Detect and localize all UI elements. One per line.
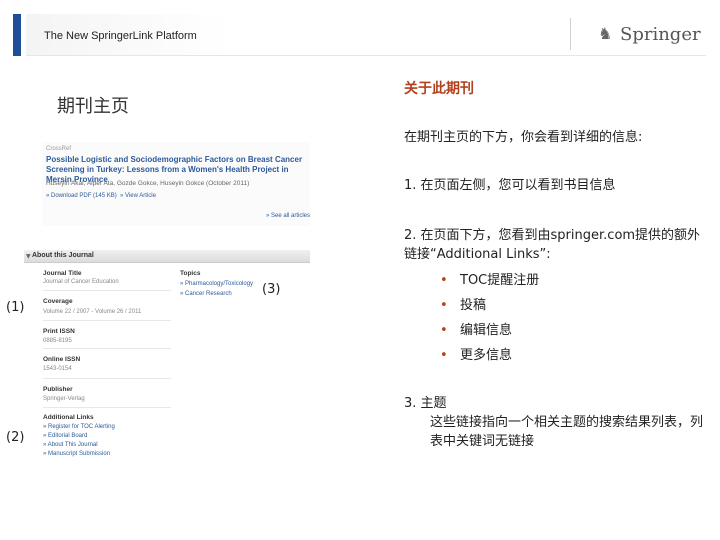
editorial-board-link[interactable]: » Editorial Board <box>43 433 87 439</box>
manuscript-submission-link[interactable]: » Manuscript Submission <box>43 451 110 457</box>
additional-links-label: Additional Links <box>43 414 94 421</box>
publisher-value: Springer-Verlag <box>43 396 85 402</box>
header-divider <box>26 55 706 56</box>
panel-item-1: 1. 在页面左侧，您可以看到书目信息 <box>404 178 616 193</box>
topic-link[interactable]: » Cancer Research <box>180 291 232 297</box>
journal-title-label: Journal Title <box>43 270 82 277</box>
download-pdf-link[interactable]: » Download PDF (145 KB) <box>46 193 117 199</box>
see-all-articles-link[interactable]: » See all articles <box>266 213 310 219</box>
callout-1: (1) <box>6 300 25 315</box>
view-article-link[interactable]: » View Article <box>120 193 156 199</box>
list-item: • 投稿 <box>440 293 539 318</box>
collapse-arrow-icon[interactable]: ▼ <box>26 253 31 260</box>
list-item: • 更多信息 <box>440 343 539 368</box>
bullet-list: • TOC提醒注册 • 投稿 • 编辑信息 • 更多信息 <box>440 268 539 368</box>
crossref-label: CrossRef <box>46 146 72 152</box>
list-item: • TOC提醒注册 <box>440 268 539 293</box>
topic-link[interactable]: » Pharmacology/Toxicology <box>180 281 253 287</box>
about-journal-heading: About this Journal <box>32 252 94 259</box>
print-issn-value: 0885-8195 <box>43 338 72 344</box>
divider <box>43 290 171 291</box>
page-title: 期刊主页 <box>57 96 129 117</box>
bullet-text: 编辑信息 <box>460 323 513 338</box>
panel-item-3: 3. 主题 这些链接指向一个相关主题的搜索结果列表，列表中关键词无链接 <box>404 394 704 451</box>
bullet-text: 更多信息 <box>460 348 513 363</box>
topics-label: Topics <box>180 270 201 277</box>
list-item: • 编辑信息 <box>440 318 539 343</box>
coverage-value: Volume 22 / 2007 - Volume 26 / 2011 <box>43 309 142 315</box>
header-title: The New SpringerLink Platform <box>44 30 197 42</box>
publisher-label: Publisher <box>43 386 73 393</box>
divider <box>43 320 171 321</box>
panel-item-2: 2. 在页面下方，您看到由springer.com提供的额外链接“Additio… <box>404 228 701 262</box>
bullet-text: 投稿 <box>460 298 487 313</box>
bullet-icon: • <box>440 273 448 288</box>
bullet-icon: • <box>440 298 448 313</box>
bullet-icon: • <box>440 348 448 363</box>
article-authors: Huseyin Akal, Alper Ata, Gozde Gokce, Hu… <box>46 180 250 187</box>
coverage-label: Coverage <box>43 298 73 305</box>
springer-logo: Springer <box>620 24 701 45</box>
bullet-icon: • <box>440 323 448 338</box>
journal-title-value: Journal of Cancer Education <box>43 279 119 285</box>
callout-2: (2) <box>6 430 25 445</box>
horse-icon: ♞ <box>598 24 613 43</box>
divider <box>43 378 171 379</box>
item-3-body: 这些链接指向一个相关主题的搜索结果列表，列表中关键词无链接 <box>430 415 704 449</box>
panel-intro: 在期刊主页的下方，你会看到详细的信息: <box>404 130 643 145</box>
panel-title: 关于此期刊 <box>404 81 474 97</box>
about-journal-link[interactable]: » About This Journal <box>43 442 98 448</box>
item-3-heading: 3. 主题 <box>404 396 447 411</box>
header-accent-bar <box>13 14 21 56</box>
bullet-text: TOC提醒注册 <box>460 273 540 288</box>
online-issn-value: 1543-0154 <box>43 366 72 372</box>
divider <box>43 407 171 408</box>
logo-separator <box>570 18 571 50</box>
print-issn-label: Print ISSN <box>43 328 75 335</box>
callout-3: (3) <box>262 282 281 297</box>
register-toc-link[interactable]: » Register for TOC Alerting <box>43 424 115 430</box>
online-issn-label: Online ISSN <box>43 356 81 363</box>
divider <box>43 348 171 349</box>
